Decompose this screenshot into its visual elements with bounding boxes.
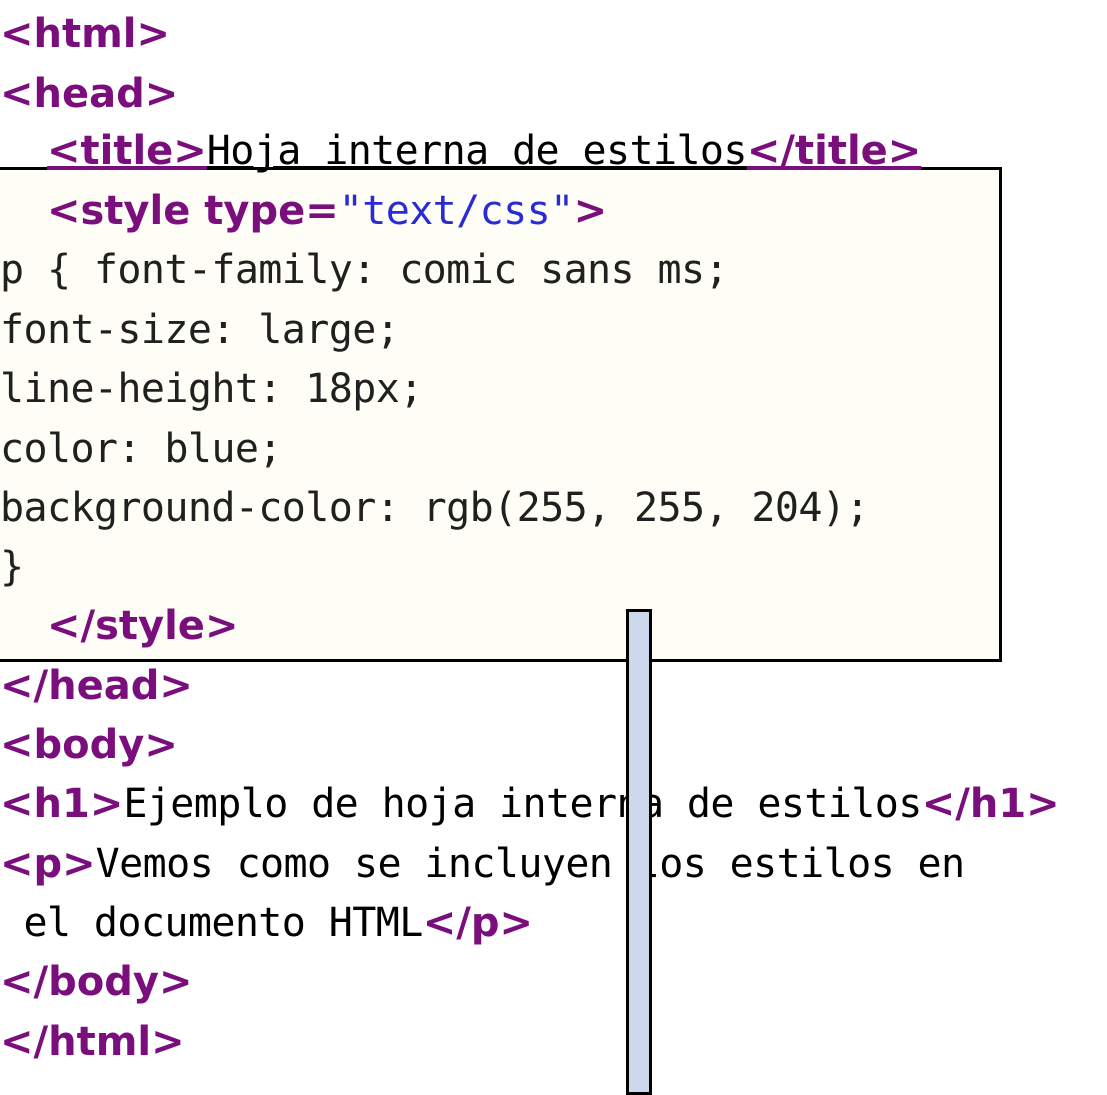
code-tag-token: > xyxy=(573,188,608,234)
code-line[interactable]: </html> xyxy=(0,1012,185,1072)
code-editor-view[interactable]: <html> <head> <title>Hoja interna de esti… xyxy=(0,0,1107,1095)
code-text-token: background-color: rgb(255, 255, 204); xyxy=(0,485,869,531)
code-tag-token: <body> xyxy=(0,722,178,768)
code-text-token: p { font-family: comic sans ms; xyxy=(0,247,729,293)
code-line[interactable]: font-size: large; xyxy=(0,300,400,360)
code-tag-token: </title> xyxy=(746,128,922,174)
code-text-token: font-size: large; xyxy=(0,307,400,353)
code-text-token: Hoja interna de estilos xyxy=(206,128,748,174)
code-tag-token: <title> xyxy=(46,128,207,174)
code-line[interactable]: </body> xyxy=(0,952,192,1012)
code-tag-token: <head> xyxy=(0,71,179,117)
code-tag-token: </html> xyxy=(0,1019,185,1065)
code-tag-token: <style xyxy=(46,188,205,234)
code-text-token: el documento HTML xyxy=(0,900,423,946)
code-line[interactable]: color: blue; xyxy=(0,419,282,479)
code-tag-token: </head> xyxy=(0,663,193,709)
code-line[interactable]: <title>Hoja interna de estilos</title> xyxy=(0,121,921,181)
code-line[interactable]: <html> xyxy=(0,4,170,64)
code-line[interactable]: line-height: 18px; xyxy=(0,359,423,419)
code-tag-token: </style> xyxy=(46,603,239,649)
code-tag-token: type= xyxy=(204,188,339,234)
code-text-token: Ejemplo de hoja interna de estilos xyxy=(123,781,922,827)
code-string-token: "text/css" xyxy=(338,188,574,234)
code-text-token: } xyxy=(0,544,24,590)
code-tag-token: </body> xyxy=(0,959,193,1005)
code-line[interactable]: p { font-family: comic sans ms; xyxy=(0,240,729,300)
code-line[interactable]: </head> xyxy=(0,656,193,716)
code-text-token: color: blue; xyxy=(0,426,282,472)
code-line[interactable]: </style> xyxy=(0,596,238,656)
code-line[interactable]: <h1>Ejemplo de hoja interna de estilos</… xyxy=(0,774,1060,834)
code-tag-token: <html> xyxy=(0,11,171,57)
code-line[interactable]: background-color: rgb(255, 255, 204); xyxy=(0,478,869,538)
code-line[interactable]: <head> xyxy=(0,64,178,124)
vertical-scroll-marker[interactable] xyxy=(626,609,652,1095)
code-line[interactable]: <p>Vemos como se incluyen los estilos en xyxy=(0,834,965,894)
code-line[interactable]: } xyxy=(0,537,24,597)
code-tag-token: <p> xyxy=(0,841,96,887)
code-tag-token: </p> xyxy=(422,900,533,946)
code-line[interactable]: <body> xyxy=(0,715,178,775)
code-tag-token: </h1> xyxy=(921,781,1060,827)
code-tag-token: <h1> xyxy=(0,781,124,827)
code-line[interactable]: el documento HTML</p> xyxy=(0,893,533,953)
code-text-token: Vemos como se incluyen los estilos en xyxy=(95,841,965,887)
code-text-token: line-height: 18px; xyxy=(0,366,423,412)
code-line[interactable]: <style type="text/css"> xyxy=(0,181,607,241)
